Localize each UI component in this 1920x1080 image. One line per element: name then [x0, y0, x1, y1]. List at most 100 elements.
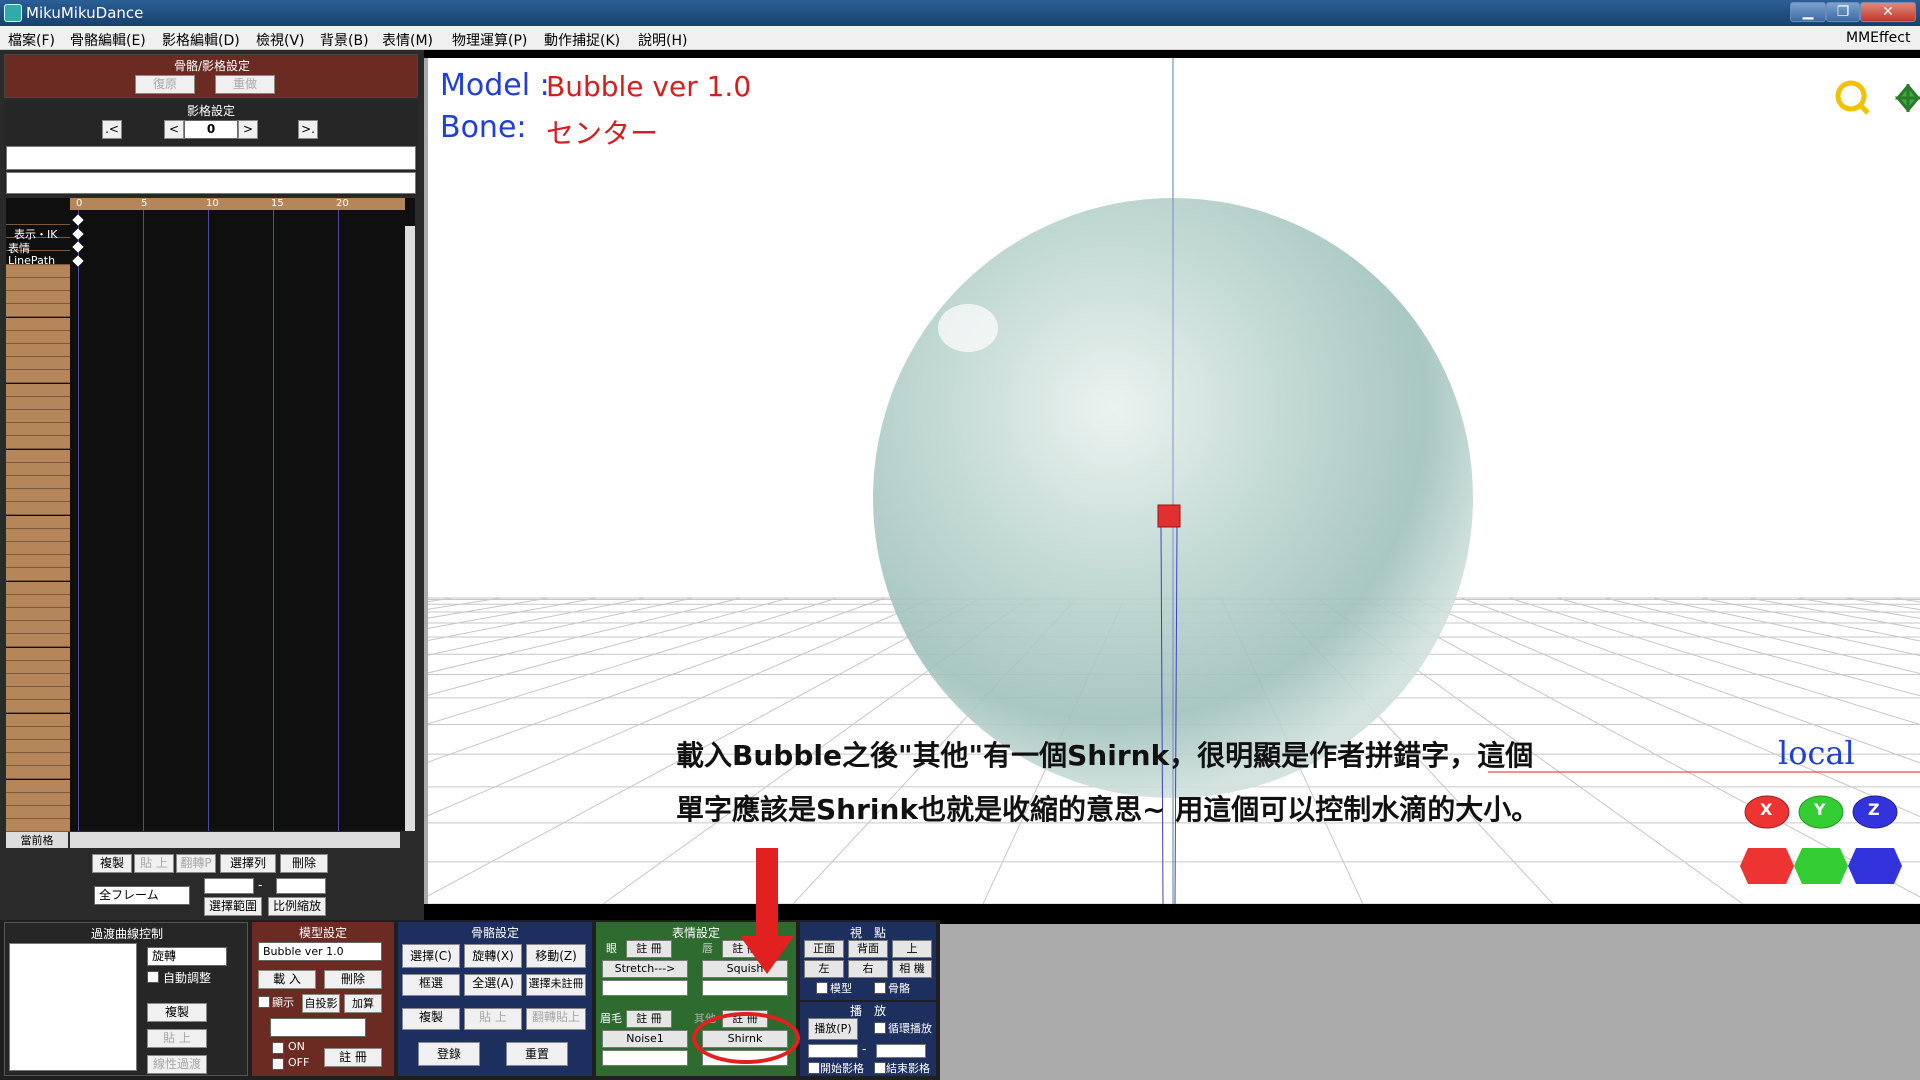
model-register-button[interactable]: 註 冊 — [324, 1048, 382, 1067]
timeline-row[interactable] — [6, 330, 70, 344]
timeline-row[interactable] — [6, 396, 70, 410]
bone-reset-button[interactable]: 重置 — [506, 1042, 568, 1066]
timeline-row[interactable] — [6, 647, 70, 661]
brow-morph-slider[interactable] — [602, 1050, 688, 1066]
interp-copy-button[interactable]: 複製 — [147, 1003, 207, 1022]
timeline-row[interactable] — [6, 423, 70, 437]
eye-morph-select[interactable]: Stretch---> — [602, 960, 688, 978]
model-view-checkbox[interactable] — [816, 982, 828, 994]
camera-view-button[interactable]: 相 機 — [892, 960, 932, 978]
range-end-input[interactable] — [276, 878, 326, 894]
interp-type-select[interactable]: 旋轉 — [147, 947, 227, 966]
minimize-button[interactable]: ▁ — [1790, 2, 1826, 22]
paste-frame-button[interactable]: 貼 上 — [134, 854, 174, 873]
timeline-row[interactable] — [6, 819, 70, 833]
timeline-row[interactable] — [6, 515, 70, 529]
end-frame-checkbox[interactable] — [874, 1062, 886, 1074]
eye-register-button[interactable]: 註 冊 — [626, 940, 672, 958]
off-radio[interactable] — [272, 1058, 284, 1070]
model-select[interactable]: Bubble ver 1.0 — [258, 942, 382, 961]
timeline-row[interactable] — [6, 489, 70, 503]
interp-curve-editor[interactable] — [9, 943, 137, 1071]
redo-button[interactable]: 重做 — [215, 75, 275, 94]
select-unregistered-button[interactable]: 選擇未註冊 — [526, 974, 586, 996]
timeline-row[interactable] — [6, 726, 70, 740]
timeline-row[interactable] — [6, 462, 70, 476]
keyframe-marker[interactable] — [72, 241, 84, 253]
frame-info-field-1[interactable] — [6, 146, 416, 170]
interp-paste-button[interactable]: 貼 上 — [147, 1029, 207, 1048]
keyframe-marker[interactable] — [72, 227, 84, 240]
brow-morph-select[interactable]: Noise1 — [602, 1030, 688, 1048]
prev-key-button[interactable]: .< — [102, 120, 122, 139]
menu-physics[interactable]: 物理運算(P) — [452, 30, 527, 50]
scale-button[interactable]: 比例縮放 — [268, 897, 326, 916]
keyframe-marker[interactable] — [72, 254, 84, 267]
delete-frame-button[interactable]: 刪除 — [280, 854, 328, 873]
menu-file[interactable]: 檔案(F) — [8, 30, 55, 50]
timeline-row[interactable] — [6, 740, 70, 753]
play-button[interactable]: 播放(P) — [808, 1018, 858, 1040]
accessory-select[interactable] — [270, 1018, 366, 1037]
timeline-row[interactable] — [6, 555, 70, 569]
timeline-row[interactable] — [6, 212, 70, 225]
frame-range-select[interactable]: 全フレーム — [94, 886, 190, 905]
axis-y-text[interactable]: Y — [1814, 800, 1826, 819]
menu-help[interactable]: 說明(H) — [638, 30, 687, 50]
timeline-row[interactable] — [6, 660, 70, 674]
timeline-row[interactable] — [6, 568, 70, 582]
timeline-row[interactable] — [6, 779, 70, 793]
menu-frame-edit[interactable]: 影格編輯(D) — [162, 30, 240, 50]
timeline-row[interactable] — [6, 383, 70, 397]
show-model-checkbox[interactable] — [258, 996, 270, 1008]
range-start-input[interactable] — [204, 878, 254, 894]
menu-mmeffect[interactable]: MMEffect — [1846, 30, 1910, 46]
on-radio[interactable] — [272, 1042, 284, 1054]
right-view-button[interactable]: 右 — [848, 960, 888, 978]
front-view-button[interactable]: 正面 — [804, 940, 844, 958]
timeline-row[interactable] — [6, 357, 70, 371]
select-column-button[interactable]: 選擇列 — [220, 854, 276, 873]
local-mode-label[interactable]: local — [1778, 734, 1855, 772]
menu-morph[interactable]: 表情(M) — [382, 30, 433, 50]
frame-info-field-2[interactable] — [6, 172, 416, 194]
menu-motion-capture[interactable]: 動作捕捉(K) — [544, 30, 620, 50]
timeline-row[interactable] — [6, 594, 70, 608]
top-view-button[interactable]: 上 — [892, 940, 932, 958]
next-frame-button[interactable]: > — [238, 120, 258, 139]
timeline-row[interactable] — [6, 766, 70, 780]
timeline-row[interactable] — [6, 581, 70, 595]
menu-bone-edit[interactable]: 骨骼編輯(E) — [70, 30, 146, 50]
bone-flip-paste-button[interactable]: 翻轉貼上 — [526, 1008, 586, 1030]
timeline-row[interactable] — [6, 344, 70, 357]
frame-number-input[interactable]: 0 — [184, 120, 238, 139]
timeline-row[interactable] — [6, 291, 70, 305]
timeline-row[interactable] — [6, 687, 70, 701]
timeline-row[interactable] — [6, 713, 70, 727]
bone-copy-button[interactable]: 複製 — [402, 1008, 460, 1030]
lip-morph-slider[interactable] — [702, 980, 788, 996]
start-frame-checkbox[interactable] — [808, 1062, 820, 1074]
next-key-button[interactable]: >. — [298, 120, 318, 139]
select-all-button[interactable]: 全選(A) — [464, 974, 522, 996]
select-range-button[interactable]: 選擇範圍 — [204, 897, 262, 916]
restore-button[interactable]: 復原 — [135, 75, 195, 94]
loop-checkbox[interactable] — [874, 1022, 886, 1034]
timeline-row[interactable] — [6, 806, 70, 819]
eye-morph-slider[interactable] — [602, 980, 688, 996]
bone-register-button[interactable]: 登錄 — [418, 1042, 480, 1066]
timeline-row[interactable] — [6, 449, 70, 463]
copy-frame-button[interactable]: 複製 — [92, 854, 132, 873]
axis-z-text[interactable]: Z — [1868, 800, 1880, 819]
close-button[interactable]: ✕ — [1860, 2, 1916, 22]
back-view-button[interactable]: 背面 — [848, 940, 888, 958]
timeline-row[interactable] — [6, 528, 70, 542]
axis-x-text[interactable]: X — [1760, 800, 1772, 819]
bone-view-checkbox[interactable] — [874, 982, 886, 994]
menu-view[interactable]: 檢視(V) — [256, 30, 305, 50]
prev-frame-button[interactable]: < — [164, 120, 184, 139]
add-blend-button[interactable]: 加算 — [344, 994, 382, 1013]
keyframe-marker[interactable] — [72, 214, 84, 226]
flip-paste-button[interactable]: 翻轉P — [176, 854, 216, 873]
timeline-row[interactable] — [6, 634, 70, 648]
